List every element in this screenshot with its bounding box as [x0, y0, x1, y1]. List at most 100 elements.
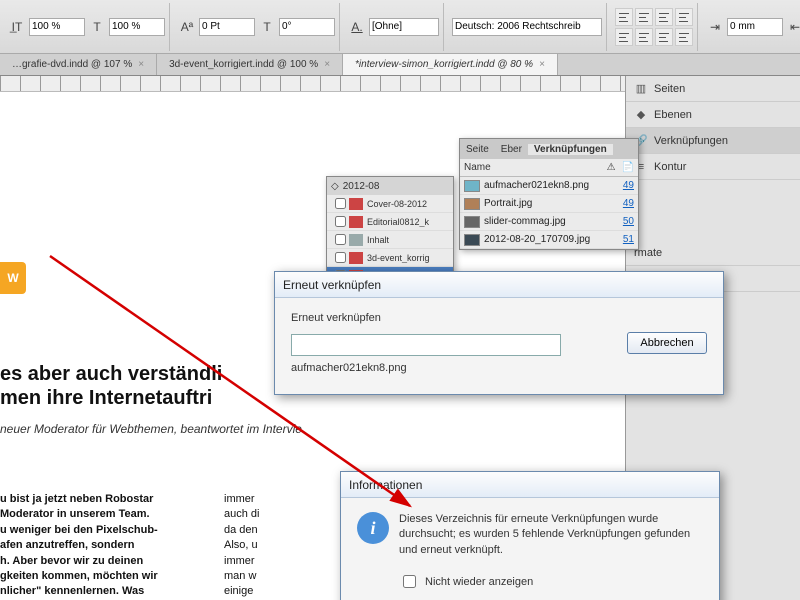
- baseline-shift-icon: Aª: [178, 18, 196, 36]
- layers-icon: ◆: [634, 108, 648, 122]
- info-icon: i: [357, 512, 389, 544]
- align-toward-spine-button[interactable]: [675, 28, 693, 46]
- links-row[interactable]: aufmacher021ekn8.png49: [460, 177, 638, 195]
- close-icon[interactable]: ×: [138, 59, 144, 70]
- link-page[interactable]: 49: [619, 180, 634, 191]
- warning-icon: ⚠: [607, 162, 616, 173]
- info-dialog: Informationen i Dieses Verzeichnis für e…: [340, 471, 720, 600]
- info-dialog-title: Informationen: [341, 472, 719, 498]
- document-tab[interactable]: …grafie-dvd.indd @ 107 % ×: [0, 54, 157, 75]
- align-justify-button[interactable]: [675, 8, 693, 26]
- top-toolbar: I̲T T Aª T A. ⇥ ⇤ ≡ ≡: [0, 0, 800, 54]
- skew-icon: T: [258, 18, 276, 36]
- book-row-label: Cover-08-2012: [367, 199, 427, 209]
- doc-icon: [349, 216, 363, 228]
- book-row-label: Inhalt: [367, 235, 389, 245]
- panel-formate-button[interactable]: rmate: [626, 240, 800, 266]
- book-row-check[interactable]: [335, 216, 346, 227]
- dont-show-again-checkbox[interactable]: Nicht wieder anzeigen: [399, 572, 703, 591]
- align-justify-right-button[interactable]: [655, 28, 673, 46]
- dont-show-again-input[interactable]: [403, 575, 416, 588]
- document-tab-label: 3d-event_korrigiert.indd @ 100 %: [169, 59, 318, 70]
- panel-kontur-button[interactable]: ≡Kontur: [626, 154, 800, 180]
- page-col-icon: 📄: [622, 162, 634, 173]
- links-row[interactable]: Portrait.jpg49: [460, 195, 638, 213]
- book-row[interactable]: Inhalt: [327, 231, 453, 249]
- char-style-select[interactable]: [369, 18, 439, 36]
- text-scale-v-icon: T: [88, 18, 106, 36]
- links-row[interactable]: 2012-08-20_170709.jpg51: [460, 231, 638, 249]
- book-row[interactable]: Cover-08-2012: [327, 195, 453, 213]
- close-icon[interactable]: ×: [324, 59, 330, 70]
- align-left-button[interactable]: [615, 8, 633, 26]
- panel-ebenen-button[interactable]: ◆Ebenen: [626, 102, 800, 128]
- align-justify-left-button[interactable]: [615, 28, 633, 46]
- links-tab-ebenen[interactable]: Eber: [495, 144, 528, 155]
- align-center-button[interactable]: [635, 8, 653, 26]
- align-justify-center-button[interactable]: [635, 28, 653, 46]
- language-select[interactable]: [452, 18, 602, 36]
- links-tab-seite[interactable]: Seite: [460, 144, 495, 155]
- link-thumb: [464, 234, 480, 246]
- document-tab-label: *interview-simon_korrigiert.indd @ 80 %: [355, 59, 533, 70]
- book-row-check[interactable]: [335, 234, 346, 245]
- relink-filename: aufmacher021ekn8.png: [291, 362, 707, 374]
- book-row[interactable]: Editorial0812_k: [327, 213, 453, 231]
- link-page[interactable]: 49: [619, 198, 634, 209]
- link-thumb: [464, 180, 480, 192]
- links-col-name[interactable]: Name: [464, 162, 607, 173]
- orange-badge: W: [0, 262, 26, 294]
- pages-icon: ▥: [634, 82, 648, 96]
- scale-v-input[interactable]: [109, 18, 165, 36]
- article-col1-text: u bist ja jetzt neben Robostar Moderator…: [0, 493, 158, 600]
- skew-input[interactable]: [279, 18, 335, 36]
- indent-right-icon: ⇤: [786, 18, 800, 36]
- book-row-check[interactable]: [335, 252, 346, 263]
- link-name: 2012-08-20_170709.jpg: [484, 234, 619, 245]
- scale-h-input[interactable]: [29, 18, 85, 36]
- panel-seiten-button[interactable]: ▥Seiten: [626, 76, 800, 102]
- relink-dialog: Erneut verknüpfen Erneut verknüpfen Abbr…: [274, 271, 724, 395]
- indent-left-input[interactable]: [727, 18, 783, 36]
- relink-path-input[interactable]: [291, 334, 561, 356]
- book-row-label: Editorial0812_k: [367, 217, 429, 227]
- text-scale-h-icon: I̲T: [8, 18, 26, 36]
- document-tab-bar: …grafie-dvd.indd @ 107 % × 3d-event_korri…: [0, 54, 800, 76]
- book-row-check[interactable]: [335, 198, 346, 209]
- doc-icon: [349, 198, 363, 210]
- dont-show-again-label: Nicht wieder anzeigen: [425, 576, 533, 588]
- align-right-button[interactable]: [655, 8, 673, 26]
- article-headline: es aber auch verständli men ihre Interne…: [0, 362, 222, 410]
- link-name: slider-commag.jpg: [484, 216, 619, 227]
- link-name: aufmacher021ekn8.png: [484, 180, 619, 191]
- relink-label: Erneut verknüpfen: [291, 312, 707, 324]
- book-row-label: 3d-event_korrig: [367, 253, 430, 263]
- document-tab[interactable]: *interview-simon_korrigiert.indd @ 80 % ×: [343, 54, 558, 75]
- info-message: Dieses Verzeichnis für erneute Verknüpfu…: [399, 512, 703, 558]
- paragraph-align-group: [615, 8, 693, 46]
- links-columns-header: Name ⚠ 📄: [460, 159, 638, 177]
- link-page[interactable]: 51: [619, 234, 634, 245]
- book-row[interactable]: 3d-event_korrig: [327, 249, 453, 267]
- document-tab[interactable]: 3d-event_korrigiert.indd @ 100 % ×: [157, 54, 343, 75]
- link-thumb: [464, 198, 480, 210]
- cancel-button[interactable]: Abbrechen: [627, 332, 707, 354]
- doc-icon: [349, 252, 363, 264]
- links-panel-tabs: Seite Eber Verknüpfungen: [460, 139, 638, 159]
- link-page[interactable]: 50: [619, 216, 634, 227]
- doc-icon: [349, 234, 363, 246]
- links-panel[interactable]: Seite Eber Verknüpfungen Name ⚠ 📄 aufmac…: [459, 138, 639, 250]
- link-thumb: [464, 216, 480, 228]
- article-subline: neuer Moderator für Webthemen, beantwort…: [0, 422, 302, 436]
- document-tab-label: …grafie-dvd.indd @ 107 %: [12, 59, 132, 70]
- relink-dialog-title: Erneut verknüpfen: [275, 272, 723, 298]
- baseline-input[interactable]: [199, 18, 255, 36]
- links-tab-verknuepfungen[interactable]: Verknüpfungen: [528, 144, 613, 155]
- char-style-icon: A.: [348, 18, 366, 36]
- close-icon[interactable]: ×: [539, 59, 545, 70]
- workspace: W es aber auch verständli men ihre Inter…: [0, 76, 800, 600]
- indent-left-icon: ⇥: [706, 18, 724, 36]
- book-panel-title: ◇ 2012-08: [327, 177, 453, 195]
- links-row[interactable]: slider-commag.jpg50: [460, 213, 638, 231]
- panel-verknuepfungen-button[interactable]: 🔗Verknüpfungen: [626, 128, 800, 154]
